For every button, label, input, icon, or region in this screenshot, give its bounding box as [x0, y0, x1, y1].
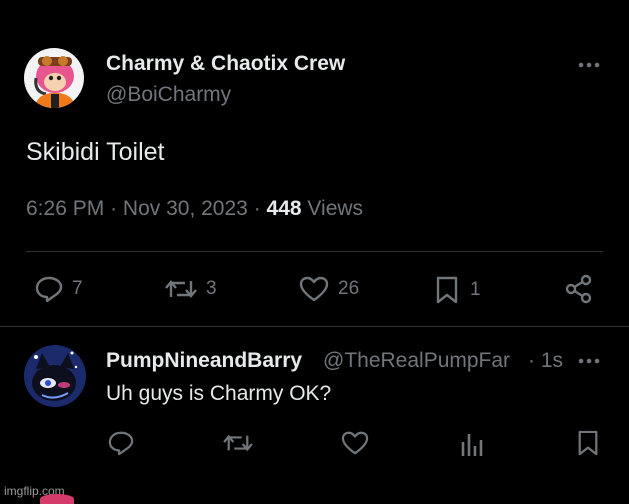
reply-time-group: · 1s	[528, 349, 563, 373]
reply-count: 7	[72, 278, 83, 299]
share-button[interactable]	[564, 274, 594, 309]
reply-analytics-button[interactable]	[459, 430, 485, 463]
divider	[26, 251, 603, 252]
reply-bookmark-button[interactable]	[576, 429, 600, 462]
repost-icon	[164, 275, 198, 303]
bookmark-button[interactable]: 1	[434, 275, 481, 305]
reply-text: Uh guys is Charmy OK?	[106, 382, 332, 405]
meta-separator: ·	[528, 349, 535, 372]
repost-count: 3	[206, 278, 217, 299]
reply-like-button[interactable]	[340, 430, 370, 461]
post-text: Skibidi Toilet	[26, 138, 165, 166]
meta-separator: ·	[253, 197, 261, 220]
heart-icon	[340, 430, 370, 456]
more-options-button[interactable]	[576, 55, 602, 80]
like-count: 26	[338, 278, 360, 299]
meta-separator: ·	[110, 197, 118, 220]
views-label: Views	[307, 197, 364, 220]
reply-button[interactable]: 7	[34, 275, 83, 303]
post-date[interactable]: Nov 30, 2023	[123, 197, 248, 220]
more-horizontal-icon	[576, 55, 602, 75]
reply-author-display-name[interactable]: PumpNineandBarry	[106, 349, 318, 373]
post-time[interactable]: 6:26 PM	[26, 197, 104, 220]
pumpnine-avatar-art	[24, 345, 86, 407]
reply-author-handle[interactable]: @TheRealPumpFar	[323, 349, 521, 373]
charmy-avatar-art	[24, 48, 84, 108]
bookmark-icon	[434, 275, 460, 305]
author-display-name[interactable]: Charmy & Chaotix Crew	[106, 52, 345, 76]
views-count: 448	[266, 197, 302, 220]
more-horizontal-icon	[576, 351, 602, 371]
heart-icon	[298, 275, 330, 303]
repost-button[interactable]: 3	[164, 275, 217, 303]
repost-icon	[222, 430, 254, 456]
bookmark-count: 1	[470, 279, 481, 300]
author-handle[interactable]: @BoiCharmy	[106, 83, 231, 107]
reply-more-options-button[interactable]	[576, 351, 602, 376]
post-meta: 6:26 PM · Nov 30, 2023 · 448 Views	[26, 197, 363, 221]
next-avatar-edge	[40, 494, 74, 504]
like-button[interactable]: 26	[298, 275, 359, 303]
reply-reply-button[interactable]	[107, 430, 135, 461]
analytics-icon	[459, 430, 485, 458]
bookmark-icon	[576, 429, 600, 457]
reply-icon	[34, 275, 64, 303]
avatar-pumpnine[interactable]	[24, 345, 86, 407]
avatar-charmy[interactable]	[24, 48, 84, 108]
share-icon	[564, 274, 594, 304]
reply-repost-button[interactable]	[222, 430, 254, 461]
reply-icon	[107, 430, 135, 456]
divider	[0, 326, 629, 327]
reply-time[interactable]: 1s	[541, 349, 563, 372]
